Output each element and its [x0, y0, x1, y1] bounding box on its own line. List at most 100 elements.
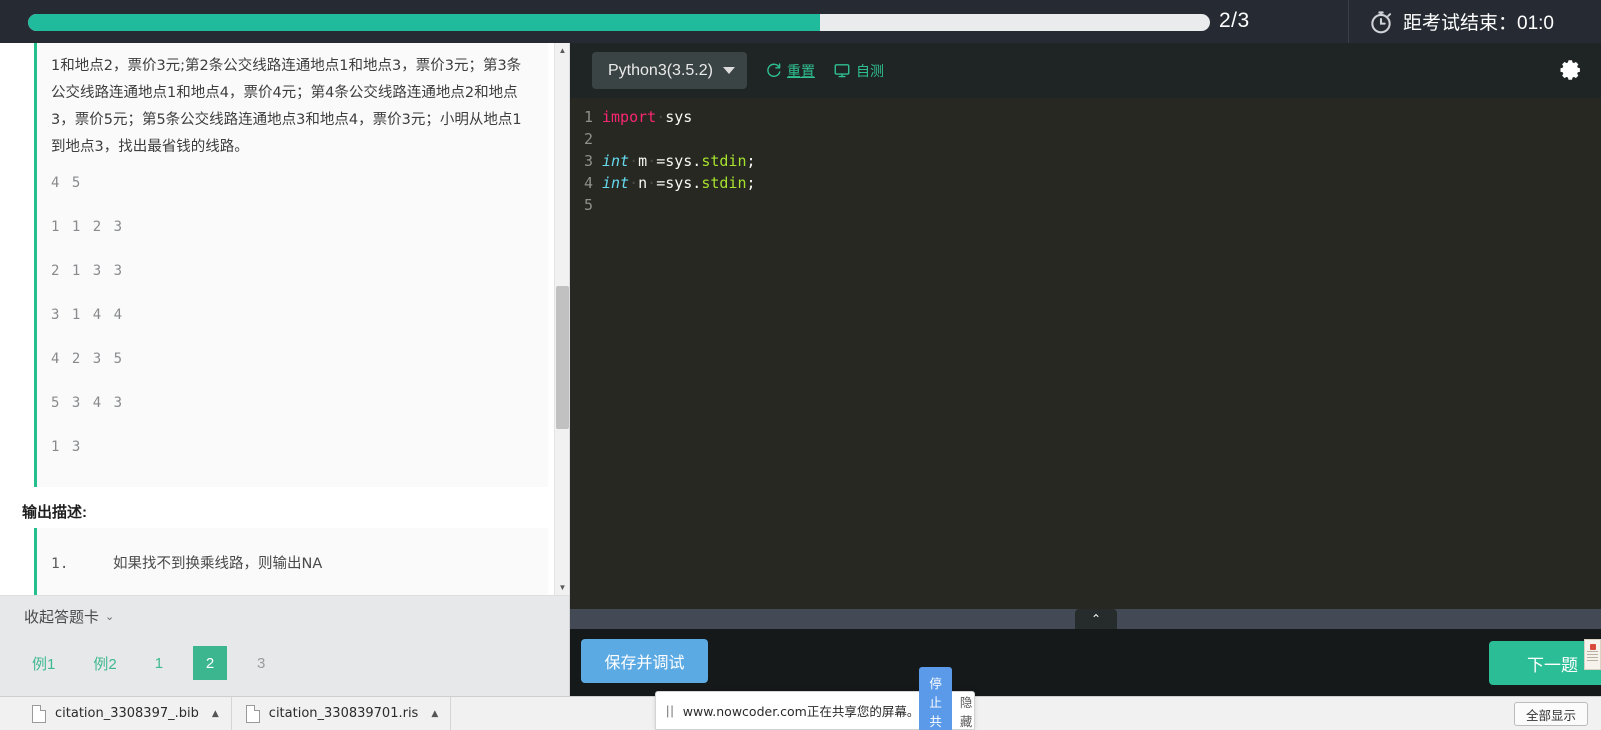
code-line: 1 import·sys [570, 106, 1601, 128]
download-item[interactable]: citation_330839701.ris ▲ [232, 696, 452, 730]
show-all-downloads-button[interactable]: 全部显示 [1513, 702, 1588, 726]
top-bar: 2/3 距考试结束：01:0 [0, 0, 1601, 43]
code-line-content: int·n·=sys.stdin; [602, 172, 756, 194]
code-line: 3 int·m·=sys.stdin; [570, 150, 1601, 172]
output-item-text: 如果找到最省钱换乘线路，则输出总花费 [113, 586, 374, 595]
collapse-answer-card-label: 收起答题卡 [24, 609, 100, 626]
answer-card-chip-list: 例1 例2 1 2 3 [24, 646, 289, 680]
exam-timer: 距考试结束：01:0 [1368, 0, 1554, 43]
screen-share-message: www.nowcoder.com正在共享您的屏幕。 [682, 704, 920, 719]
answer-card-panel: 收起答题卡 ⌄ 例1 例2 1 2 3 [0, 595, 570, 696]
scrollbar-thumb[interactable] [556, 286, 569, 429]
reset-code-button[interactable]: 重置 [765, 61, 815, 81]
answer-card-chip-2[interactable]: 2 [193, 646, 228, 680]
save-and-debug-button[interactable]: 保存并调试 [581, 639, 708, 683]
question-paragraph: 1和地点2，票价3元;第2条公交线路连通地点1和地点3，票价3元；第3条公交线路… [51, 58, 522, 155]
collapse-answer-card-button[interactable]: 收起答题卡 ⌄ [24, 606, 114, 627]
question-sample-line: 4 2 3 5 [51, 351, 125, 367]
chevron-up-icon[interactable]: ▲ [212, 709, 219, 719]
answer-card-chip-1[interactable]: 1 [147, 648, 171, 678]
screen-share-notice: || www.nowcoder.com正在共享您的屏幕。 停止共享 隐藏 [655, 666, 975, 730]
download-item[interactable]: citation_3308397_.bib ▲ [18, 696, 232, 730]
code-line-number: 4 [583, 174, 593, 192]
code-line: 5 [570, 194, 1601, 216]
chevron-down-icon: ⌄ [105, 611, 115, 623]
sticker-lines [1585, 650, 1600, 664]
monitor-icon [834, 64, 850, 78]
output-item-number: 1. [51, 556, 69, 572]
code-editor-panel: Python3(3.5.2) 重置 自测 1 import·sys 2 3 in… [570, 43, 1601, 609]
chevron-down-icon [722, 67, 735, 74]
chevron-up-icon: ⌃ [1090, 612, 1102, 626]
chevron-up-icon[interactable]: ▲ [431, 709, 438, 719]
code-line-number: 1 [583, 108, 593, 126]
question-body-block: 1和地点2，票价3元;第2条公交线路连通地点1和地点3，票价3元；第3条公交线路… [34, 43, 548, 487]
stopwatch-icon [1371, 10, 1392, 33]
exam-progress-bar [28, 14, 1210, 31]
expand-console-button[interactable]: ⌃ [1075, 609, 1117, 629]
code-token: n [638, 174, 648, 192]
stop-sharing-button[interactable]: 停止共享 [919, 666, 952, 730]
scroll-up-arrow-icon[interactable]: ▲ [555, 43, 569, 58]
question-sample-line: 4 5 [51, 175, 83, 191]
code-token: · [656, 108, 666, 126]
code-token: · [647, 174, 657, 192]
exam-ide-page: 2/3 距考试结束：01:0 1和地点2，票价3元;第2条公交线路连通地点1和地… [0, 0, 1601, 730]
code-token: · [629, 152, 639, 170]
question-scroll-area[interactable]: 1和地点2，票价3元;第2条公交线路连通地点1和地点3，票价3元；第3条公交线路… [0, 43, 569, 595]
output-description-item: 1. 如果找不到换乘线路，则输出NA [51, 542, 534, 586]
language-select[interactable]: Python3(3.5.2) [592, 52, 747, 89]
code-token: =sys. [656, 152, 702, 170]
hide-share-notice-button[interactable]: 隐藏 [960, 692, 973, 730]
answer-card-chip-3[interactable]: 3 [249, 648, 273, 678]
code-token: import [602, 108, 657, 126]
self-test-label: 自测 [855, 62, 884, 79]
question-panel: 1和地点2，票价3元;第2条公交线路连通地点1和地点3，票价3元；第3条公交线路… [0, 43, 570, 595]
code-token: stdin [701, 174, 747, 192]
code-token: int [602, 174, 630, 192]
code-line-number: 5 [583, 196, 593, 214]
code-line-content: int·m·=sys.stdin; [602, 150, 756, 172]
code-token: sys [665, 108, 693, 126]
editor-action-bar: 保存并调试 下一题 [570, 629, 1601, 696]
download-file-name: citation_330839701.ris [268, 706, 419, 721]
gear-icon [1560, 60, 1580, 80]
output-description-item: 2.如果找到最省钱换乘线路，则输出总花费 [51, 586, 534, 595]
language-select-value: Python3(3.5.2) [608, 61, 713, 79]
output-item-number: 2. [51, 586, 113, 595]
editor-toolbar: Python3(3.5.2) 重置 自测 [570, 43, 1601, 98]
question-sample-line: 5 3 4 3 [51, 395, 125, 411]
question-sample-line: 2 1 3 3 [51, 263, 125, 279]
code-line: 4 int·n·=sys.stdin; [570, 172, 1601, 194]
question-panel-scrollbar[interactable]: ▲ ▼ [554, 43, 569, 595]
output-item-text: 如果找不到换乘线路，则输出NA [113, 556, 323, 572]
code-line-number: 2 [583, 130, 593, 148]
code-text-area[interactable]: 1 import·sys 2 3 int·m·=sys.stdin; 4 int·n·=sy… [570, 98, 1601, 609]
editor-settings-button[interactable] [1558, 57, 1584, 83]
exam-timer-label: 距考试结束：01:0 [1403, 13, 1554, 34]
file-icon [245, 704, 260, 723]
pause-icon: || [666, 703, 675, 718]
topbar-divider [1348, 0, 1349, 43]
code-token: stdin [701, 152, 747, 170]
code-token: int [602, 152, 630, 170]
answer-card-chip-例1[interactable]: 例1 [24, 648, 63, 678]
output-description-block: 1. 如果找不到换乘线路，则输出NA 2.如果找到最省钱换乘线路，则输出总花费 [34, 528, 548, 595]
corner-sticker-widget [1584, 639, 1601, 670]
progress-count-label: 2/3 [1219, 9, 1250, 32]
output-description-list: 1. 如果找不到换乘线路，则输出NA 2.如果找到最省钱换乘线路，则输出总花费 [51, 542, 534, 595]
code-token: · [629, 174, 639, 192]
code-token: m [638, 152, 648, 170]
self-test-button[interactable]: 自测 [833, 61, 884, 81]
exam-progress-fill [28, 14, 820, 31]
question-sample-data: 4 5 1 1 2 3 2 1 3 3 3 1 4 4 4 2 3 5 5 3 4 3 1 … [51, 161, 534, 469]
reset-code-label: 重置 [786, 62, 815, 79]
question-sample-line: 1 1 2 3 [51, 219, 125, 235]
question-sample-line: 1 3 [51, 439, 83, 455]
code-token: ; [746, 174, 756, 192]
answer-card-chip-例2[interactable]: 例2 [85, 648, 124, 678]
code-line: 2 [570, 128, 1601, 150]
scroll-down-arrow-icon[interactable]: ▼ [555, 580, 569, 595]
question-sample-line: 3 1 4 4 [51, 307, 125, 323]
output-description-title: 输出描述: [22, 504, 87, 521]
